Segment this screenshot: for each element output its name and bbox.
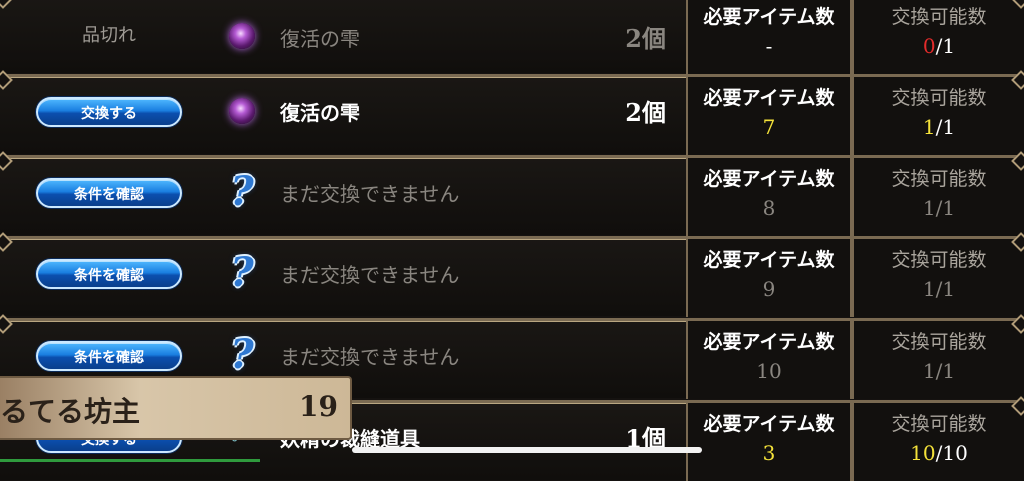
required-items-value: 7 — [762, 115, 776, 139]
required-items-cell: 必要アイテム数 3 — [686, 403, 852, 481]
item-quantity: 2個 — [625, 98, 666, 127]
exchangeable-value: 1/1 — [854, 115, 1024, 139]
exchangeable-cell: 交換可能数 1/1 — [852, 239, 1024, 317]
exchangeable-header: 交換可能数 — [891, 168, 987, 190]
exchangeable-value: 1/1 — [922, 359, 956, 383]
item-name: 復活の雫 — [280, 27, 360, 51]
exchangeable-cell: 交換可能数 10/10 — [852, 403, 1024, 481]
owned-item-popup: るてる坊主 19 — [0, 376, 352, 440]
resurrection-drop-icon — [224, 16, 260, 56]
item-name: まだ交換できません — [280, 345, 460, 369]
exchangeable-current: 0 — [922, 34, 936, 58]
item-name: 復活の雫 — [280, 101, 360, 125]
exchangeable-value: 0/1 — [854, 34, 1024, 58]
item-quantity: 2個 — [625, 24, 666, 53]
required-items-value: 10 — [756, 359, 782, 383]
exchangeable-cell: 交換可能数 0/1 — [852, 0, 1024, 74]
required-items-header: 必要アイテム数 — [703, 168, 835, 190]
resurrection-drop-icon — [224, 91, 260, 131]
required-items-cell: 必要アイテム数 7 — [686, 77, 852, 155]
required-items-cell: 必要アイテム数 8 — [686, 158, 852, 236]
sold-out-label: 品切れ — [82, 25, 136, 46]
check-conditions-button[interactable]: 条件を確認 — [36, 341, 182, 371]
required-items-header: 必要アイテム数 — [703, 413, 835, 435]
exchangeable-header: 交換可能数 — [891, 413, 987, 435]
exchange-row: 条件を確認 ? まだ交換できません 必要アイテム数 9 交換可能数 1/1 — [0, 236, 1024, 317]
required-items-header: 必要アイテム数 — [703, 331, 835, 353]
required-items-header: 必要アイテム数 — [703, 249, 835, 271]
owned-item-count: 19 — [299, 390, 338, 423]
question-mark-icon: ? — [230, 168, 254, 215]
required-items-value: - — [765, 34, 773, 58]
required-items-value: 9 — [762, 277, 776, 301]
exchangeable-header: 交換可能数 — [891, 249, 987, 271]
item-name: まだ交換できません — [280, 182, 460, 206]
required-items-value: 3 — [762, 441, 776, 465]
owned-item-name: るてる坊主 — [0, 395, 141, 428]
exchangeable-header: 交換可能数 — [891, 331, 987, 353]
required-items-cell: 必要アイテム数 10 — [686, 321, 852, 399]
required-items-cell: 必要アイテム数 9 — [686, 239, 852, 317]
exchangeable-current: 10 — [910, 441, 936, 465]
required-items-value: 8 — [762, 196, 776, 220]
exchangeable-cell: 交換可能数 1/1 — [852, 321, 1024, 399]
exchangeable-value: 10/10 — [854, 441, 1024, 465]
exchange-row: 交換する 復活の雫 2個 必要アイテム数 7 交換可能数 1/1 — [0, 74, 1024, 155]
exchangeable-max: /1 — [935, 34, 956, 58]
home-indicator[interactable] — [352, 447, 702, 453]
required-items-cell: 必要アイテム数 - — [686, 0, 852, 74]
item-name: まだ交換できません — [280, 263, 460, 287]
check-conditions-button[interactable]: 条件を確認 — [36, 259, 182, 289]
question-mark-icon: ? — [230, 249, 254, 296]
exchangeable-cell: 交換可能数 1/1 — [852, 77, 1024, 155]
exchangeable-header: 交換可能数 — [891, 6, 987, 28]
exchangeable-cell: 交換可能数 1/1 — [852, 158, 1024, 236]
required-items-header: 必要アイテム数 — [703, 87, 835, 109]
exchangeable-max: /1 — [935, 115, 956, 139]
exchangeable-max: /10 — [935, 441, 968, 465]
exchangeable-header: 交換可能数 — [891, 87, 987, 109]
question-mark-icon: ? — [230, 331, 254, 378]
exchangeable-current: 1 — [922, 115, 936, 139]
exchange-row: 品切れ 復活の雫 2個 必要アイテム数 - 交換可能数 0/1 — [0, 0, 1024, 74]
check-conditions-button[interactable]: 条件を確認 — [36, 178, 182, 208]
exchangeable-value: 1/1 — [922, 196, 956, 220]
required-items-header: 必要アイテム数 — [703, 6, 835, 28]
exchange-row: 条件を確認 ? まだ交換できません 必要アイテム数 8 交換可能数 1/1 — [0, 155, 1024, 236]
progress-line — [0, 459, 260, 462]
exchange-button[interactable]: 交換する — [36, 97, 182, 127]
exchangeable-value: 1/1 — [922, 277, 956, 301]
